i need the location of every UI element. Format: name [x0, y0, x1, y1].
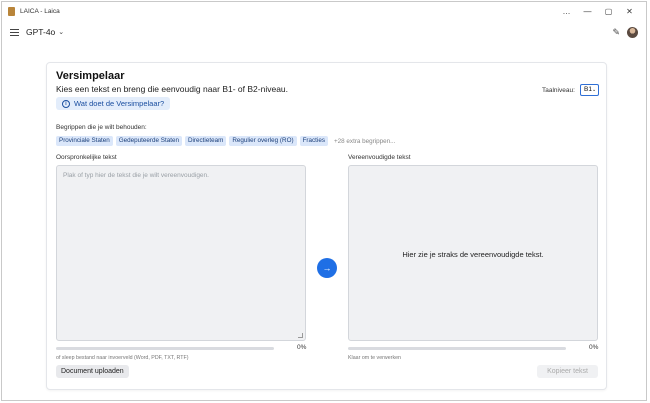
upload-document-button[interactable]: Document uploaden — [56, 365, 129, 378]
page-title: Versimpelaar — [56, 70, 125, 82]
info-label: Wat doet de Versimpelaar? — [74, 99, 165, 108]
term-chip[interactable]: Fracties — [299, 136, 328, 146]
minimize-button[interactable]: — — [577, 2, 598, 21]
more-options-icon[interactable]: … — [556, 2, 577, 21]
input-progress-bar — [56, 347, 274, 350]
input-placeholder: Plak of typ hier de tekst die je wilt ve… — [63, 172, 209, 179]
term-chip[interactable]: Provinciale Staten — [56, 136, 113, 146]
output-progress-bar — [348, 347, 566, 350]
avatar[interactable] — [627, 26, 638, 38]
edit-icon[interactable]: ✎ — [612, 27, 620, 38]
copy-text-button[interactable]: Kopieer tekst — [537, 365, 598, 378]
input-label: Oorspronkelijke tekst — [56, 154, 117, 161]
output-textarea: Hier zie je straks de vereenvoudigde tek… — [348, 165, 598, 341]
level-label: Taalniveau: — [542, 87, 575, 94]
input-progress-text: 0% — [297, 344, 307, 351]
terms-label: Begrippen die je wilt behouden: — [56, 124, 147, 131]
title-bar: LAICA - Laica … — ▢ ✕ — [2, 2, 646, 21]
output-progress-text: 0% — [589, 344, 599, 351]
term-chip[interactable]: Gedeputeerde Staten — [115, 136, 182, 146]
chevron-down-icon[interactable]: ⌄ — [58, 28, 64, 36]
chevron-down-icon: ⌄ — [591, 87, 597, 93]
arrow-right-icon: → — [322, 263, 332, 273]
page-subtitle: Kies een tekst en breng die eenvoudig na… — [56, 84, 289, 94]
level-select[interactable]: B1⌄ — [580, 84, 599, 96]
info-button[interactable]: i Wat doet de Versimpelaar? — [56, 97, 171, 110]
window-controls: … — ▢ ✕ — [556, 2, 640, 21]
resize-handle-icon[interactable] — [298, 333, 303, 338]
term-chip[interactable]: Regulier overleg (RO) — [229, 136, 297, 146]
more-terms-link[interactable]: +28 extra begrippen... — [334, 138, 395, 145]
top-bar: GPT-4o ⌄ ✎ — [2, 21, 646, 43]
app-icon — [8, 7, 15, 16]
window-title: LAICA - Laica — [20, 8, 60, 15]
output-placeholder: Hier zie je straks de vereenvoudigde tek… — [402, 250, 544, 259]
level-value: B1 — [584, 86, 592, 93]
input-hint: of sleep bestand naar invoerveld (Word, … — [56, 355, 189, 361]
close-button[interactable]: ✕ — [619, 2, 640, 21]
simplify-button[interactable]: → — [317, 258, 337, 278]
terms-list: Provinciale Staten Gedeputeerde Staten D… — [56, 136, 395, 146]
simplifier-card: Versimpelaar Kies een tekst en breng die… — [46, 62, 607, 390]
info-icon: i — [62, 99, 70, 108]
model-selector[interactable]: GPT-4o — [26, 27, 55, 37]
term-chip[interactable]: Directieteam — [184, 136, 227, 146]
input-textarea[interactable]: Plak of typ hier de tekst die je wilt ve… — [56, 165, 306, 341]
app-window: LAICA - Laica … — ▢ ✕ GPT-4o ⌄ ✎ Versimp… — [1, 1, 647, 401]
output-hint: Klaar om te verwerken — [348, 355, 401, 361]
output-label: Vereenvoudigde tekst — [348, 154, 411, 161]
menu-icon[interactable] — [10, 28, 19, 36]
maximize-button[interactable]: ▢ — [598, 2, 619, 21]
